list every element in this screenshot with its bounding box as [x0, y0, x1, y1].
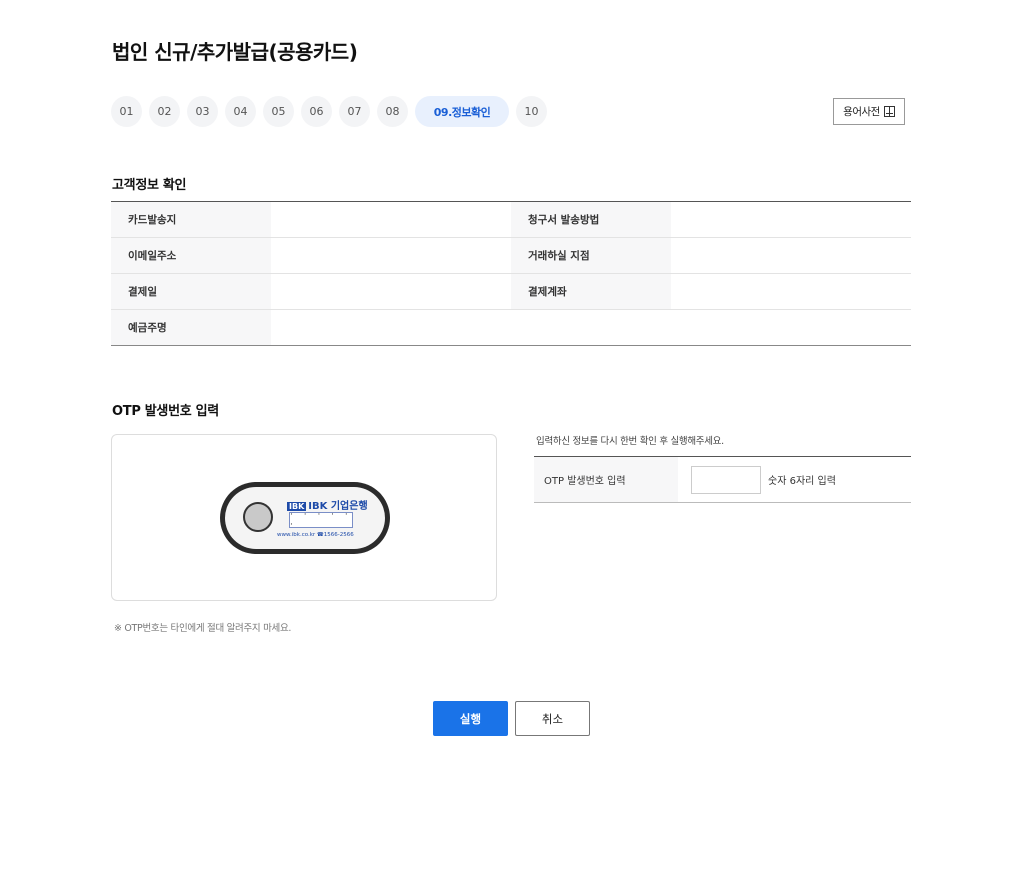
otp-section-title: OTP 발생번호 입력 — [112, 404, 219, 419]
customer-info-title: 고객정보 확인 — [112, 178, 187, 193]
otp-device-button — [243, 502, 273, 532]
info-label: 결제일 — [111, 273, 271, 310]
otp-device-screen: · · · · · · — [289, 510, 353, 530]
cancel-button[interactable]: 취소 — [515, 701, 590, 736]
info-label: 이메일주소 — [111, 237, 271, 274]
otp-guide-text: 입력하신 정보를 다시 한번 확인 후 실행해주세요. — [536, 436, 724, 447]
info-label: 결제계좌 — [511, 273, 671, 310]
otp-input-hint: 숫자 6자리 입력 — [768, 476, 836, 487]
table-row: 카드발송지 청구서 발송방법 — [111, 201, 911, 238]
dictionary-button-label: 용어사전 — [843, 106, 880, 118]
step-06: 06 — [301, 96, 332, 127]
info-value — [271, 273, 511, 310]
execute-button[interactable]: 실행 — [433, 701, 508, 736]
otp-warning-note: ※ OTP번호는 타인에게 절대 알려주지 마세요. — [114, 623, 292, 634]
info-value — [271, 237, 511, 274]
table-row: 이메일주소 거래하실 지점 — [111, 237, 911, 274]
info-label: 예금주명 — [111, 309, 271, 346]
table-row: 예금주명 — [111, 309, 911, 346]
otp-device-image: IBK IBK 기업은행 · · · · · · www.ibk.co.kr ☎1… — [111, 434, 497, 601]
step-04: 04 — [225, 96, 256, 127]
info-value — [671, 201, 911, 238]
table-row: 결제일 결제계좌 — [111, 273, 911, 310]
step-01: 01 — [111, 96, 142, 127]
otp-device-url: www.ibk.co.kr ☎1566-2566 — [277, 532, 354, 538]
step-05: 05 — [263, 96, 294, 127]
otp-input-label: OTP 발생번호 입력 — [534, 457, 678, 502]
step-03: 03 — [187, 96, 218, 127]
otp-input-row: OTP 발생번호 입력 숫자 6자리 입력 — [534, 456, 911, 503]
info-label: 거래하실 지점 — [511, 237, 671, 274]
info-label: 카드발송지 — [111, 201, 271, 238]
book-icon — [883, 106, 895, 117]
step-07: 07 — [339, 96, 370, 127]
info-value — [271, 201, 511, 238]
info-label: 청구서 발송방법 — [511, 201, 671, 238]
customer-info-table: 카드발송지 청구서 발송방법 이메일주소 거래하실 지점 결제일 결제계좌 예금… — [111, 201, 911, 346]
step-02: 02 — [149, 96, 180, 127]
step-10: 10 — [516, 96, 547, 127]
page-title: 법인 신규/추가발급(공용카드) — [112, 40, 358, 64]
step-08: 08 — [377, 96, 408, 127]
info-value — [271, 310, 911, 346]
otp-device: IBK IBK 기업은행 · · · · · · www.ibk.co.kr ☎1… — [220, 482, 390, 554]
step-indicator: 01 02 03 04 05 06 07 08 09.정보확인 10 — [111, 96, 554, 127]
step-09-current: 09.정보확인 — [415, 96, 509, 127]
info-value — [671, 273, 911, 310]
otp-number-input[interactable] — [691, 465, 761, 494]
dictionary-button[interactable]: 용어사전 — [833, 98, 905, 125]
info-value — [671, 237, 911, 274]
